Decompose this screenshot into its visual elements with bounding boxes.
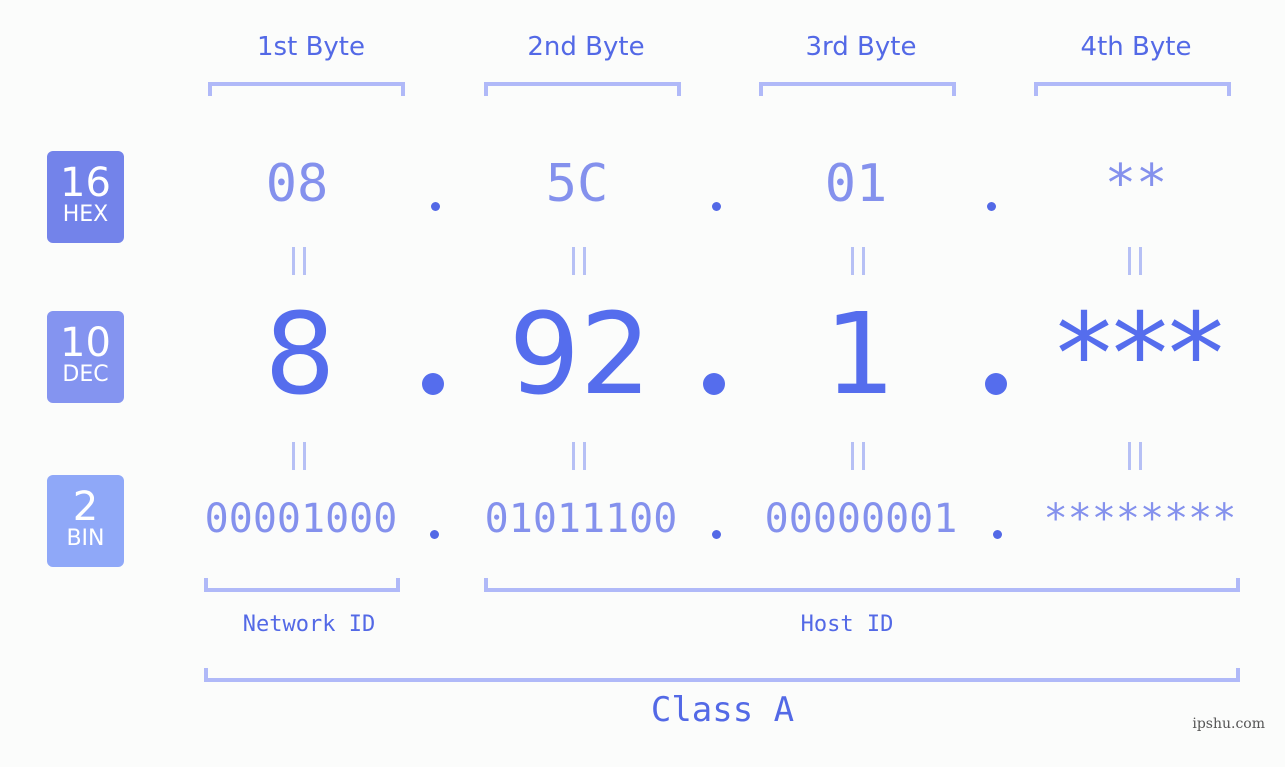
bin-separator-2 [712,530,721,539]
bin-badge: 2 BIN [47,475,124,567]
byte-header-2: 2nd Byte [527,32,645,62]
host-id-bracket [484,578,1240,592]
dec-separator-3 [985,373,1007,395]
equals-icon [572,442,586,470]
equals-icon [1128,247,1142,275]
byte-header-1: 1st Byte [257,32,365,62]
dec-byte-1: 8 [264,290,336,420]
bin-base-label: BIN [66,526,105,551]
bin-base-number: 2 [72,484,99,530]
bin-byte-1: 00001000 [204,496,398,542]
dec-base-number: 10 [60,320,111,366]
dec-byte-2: 92 [508,290,652,420]
bin-byte-3: 00000001 [764,496,958,542]
hex-byte-2: 5C [545,154,609,214]
hex-badge: 16 HEX [47,151,124,243]
dec-byte-4: *** [1056,290,1224,420]
hex-byte-4: ** [1104,154,1168,214]
hex-separator-2 [712,202,721,211]
host-id-label: Host ID [800,612,894,637]
hex-base-label: HEX [62,202,109,227]
class-label: Class A [650,690,795,730]
byte-header-4: 4th Byte [1080,32,1192,62]
dec-base-label: DEC [62,362,109,387]
equals-icon [292,442,306,470]
bin-byte-2: 01011100 [484,496,678,542]
network-id-bracket [204,578,400,592]
dec-separator-1 [422,373,444,395]
equals-icon [851,442,865,470]
dec-badge: 10 DEC [47,311,124,403]
hex-base-number: 16 [60,160,111,206]
bin-byte-4: ******** [1043,496,1237,542]
byte-bracket-3 [759,82,956,96]
equals-icon [851,247,865,275]
hex-byte-1: 08 [265,154,329,214]
equals-icon [1128,442,1142,470]
byte-bracket-2 [484,82,681,96]
hex-separator-3 [987,202,996,211]
hex-byte-3: 01 [824,154,888,214]
byte-bracket-1 [208,82,405,96]
hex-separator-1 [431,202,440,211]
equals-icon [572,247,586,275]
watermark: ipshu.com [1192,716,1265,732]
equals-icon [292,247,306,275]
network-id-label: Network ID [242,612,376,637]
byte-bracket-4 [1034,82,1231,96]
class-bracket [204,668,1240,682]
dec-byte-3: 1 [824,290,896,420]
byte-header-3: 3rd Byte [805,32,917,62]
dec-separator-2 [703,373,725,395]
bin-separator-1 [430,530,439,539]
bin-separator-3 [993,530,1002,539]
